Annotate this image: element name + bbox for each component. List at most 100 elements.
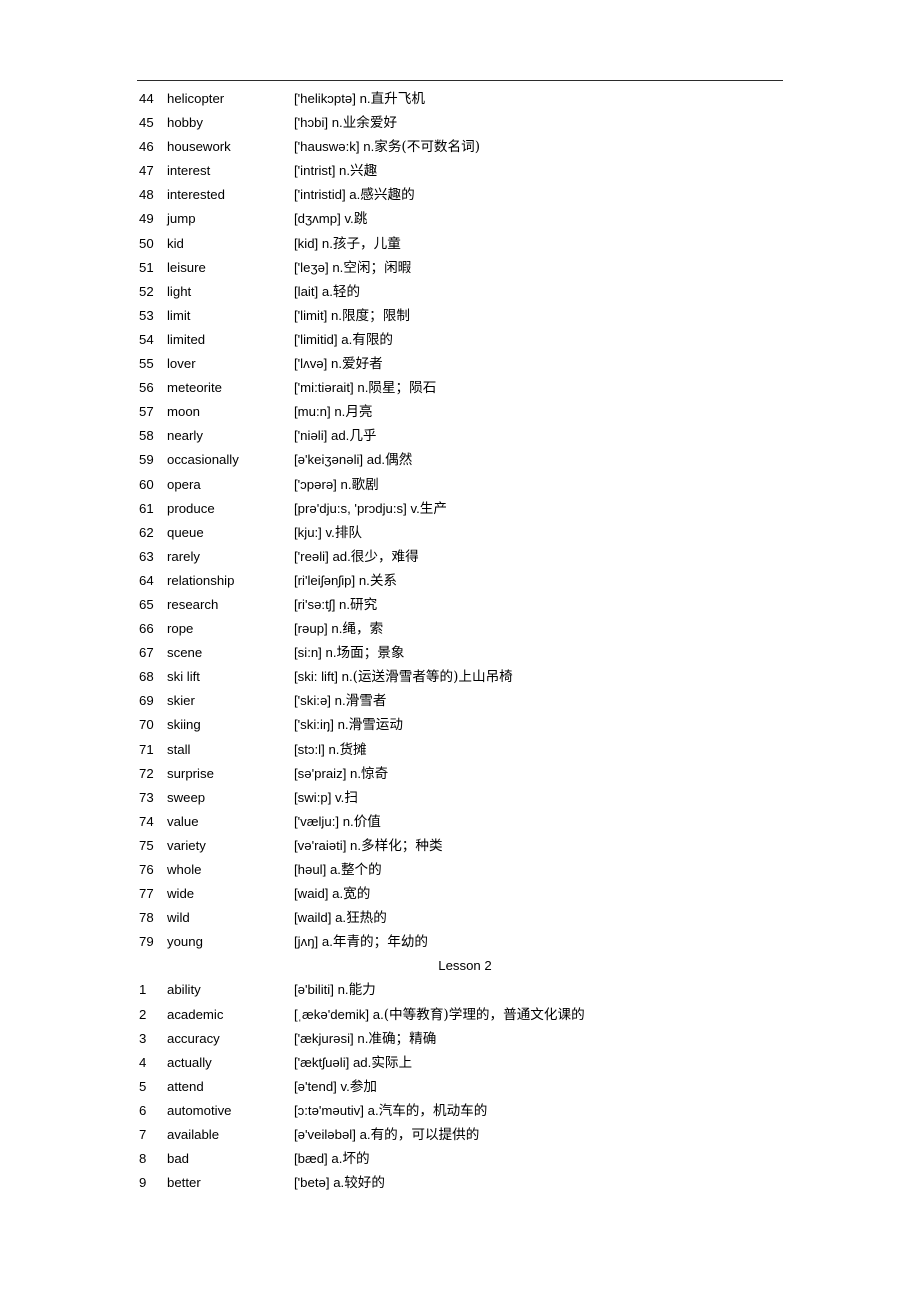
entry-part-of-speech: a. (349, 187, 361, 203)
entry-definition: [ri'leiʃənʃip] n.关系 (294, 569, 397, 593)
entry-definition: ['limitid] a.有限的 (294, 328, 393, 352)
entry-part-of-speech: a. (341, 331, 353, 347)
entry-phonetic: ['æktʃuəli] (294, 1054, 350, 1070)
entry-word: accuracy (167, 1030, 220, 1046)
entry-gloss: 坏的 (342, 1151, 370, 1168)
entry-phonetic: ['helikɔptə] (294, 91, 356, 106)
vocabulary-entry: 5 attend [ə'tend] v.参加 (0, 1075, 920, 1099)
entry-definition: ['reəli] ad.很少，难得 (294, 545, 419, 569)
entry-word: opera (167, 476, 201, 492)
entry-part-of-speech: n. (334, 404, 346, 420)
vocabulary-entry: 70 skiing ['ski:iŋ] n.滑雪运动 (0, 713, 920, 737)
page-top-rule (137, 80, 783, 81)
entry-definition: [mu:n] n.月亮 (294, 400, 373, 424)
entry-definition: [prə'dju:s, 'prɔdju:s] v.生产 (294, 497, 447, 521)
entry-phonetic: [sə'praiz] (294, 765, 347, 781)
vocabulary-entry: 6 automotive [ɔ:tə'məutiv] a.汽车的，机动车的 (0, 1099, 920, 1123)
entry-phonetic: ['betə] (294, 1175, 330, 1191)
entry-phonetic: [ə'biliti] (294, 982, 334, 998)
entry-part-of-speech: n. (330, 356, 342, 372)
entry-word: automotive (167, 1102, 232, 1118)
entry-gloss: 排队 (334, 524, 362, 541)
entry-phonetic: ['leʒə] (294, 259, 329, 275)
entry-part-of-speech: n. (350, 765, 362, 781)
entry-definition: ['æktʃuəli] ad.实际上 (294, 1051, 412, 1075)
entry-phonetic: ['ski:ə] (294, 693, 331, 709)
entry-part-of-speech: n. (339, 596, 351, 612)
entry-gloss: 爱好者 (341, 356, 383, 373)
entry-gloss: 惊奇 (361, 765, 389, 782)
document-page: 44 helicopter ['helikɔptə] n.直升飞机 45 hobby ['… (0, 0, 920, 1302)
entry-word: lover (167, 356, 196, 372)
entry-word: academic (167, 1006, 224, 1022)
entry-word: stall (167, 741, 191, 757)
entry-number: 78 (139, 910, 154, 926)
entry-number: 67 (139, 645, 154, 661)
entry-definition: [sə'praiz] n.惊奇 (294, 762, 388, 786)
entry-gloss: 实际上 (371, 1054, 413, 1071)
vocabulary-entry: 56 meteorite ['mi:tiərait] n.陨星；陨石 (0, 376, 920, 400)
entry-word: produce (167, 500, 215, 516)
entry-gloss: 兴趣 (350, 163, 378, 180)
entry-word: queue (167, 524, 204, 540)
entry-number: 62 (139, 524, 154, 540)
vocabulary-entry: 64 relationship [ri'leiʃənʃip] n.关系 (0, 569, 920, 593)
entry-part-of-speech: a. (367, 1102, 379, 1118)
entry-gloss: 感兴趣的 (360, 187, 415, 204)
entry-phonetic: [waid] (294, 886, 329, 902)
entry-gloss: (中等教育)学理的，普通文化课的 (383, 1006, 585, 1023)
entry-phonetic: ['limit] (294, 307, 328, 323)
entry-word: housework (167, 139, 231, 155)
vocabulary-entry: 49 jump [dʒʌmp] v.跳 (0, 207, 920, 231)
vocabulary-entry: 59 occasionally [ə'keiʒənəli] ad.偶然 (0, 448, 920, 472)
entry-definition: [stɔ:l] n.货摊 (294, 738, 367, 762)
entry-gloss: 准确；精确 (368, 1030, 437, 1047)
entry-number: 54 (139, 331, 154, 347)
entry-number: 51 (139, 259, 154, 275)
entry-definition: ['helikɔptə] n.直升飞机 (294, 87, 425, 111)
vocabulary-entry: 65 research [ri'sə:tʃ] n.研究 (0, 593, 920, 617)
entry-part-of-speech: ad. (330, 428, 350, 444)
entry-word: interested (167, 187, 225, 203)
entry-number: 77 (139, 886, 154, 902)
entry-word: light (167, 283, 192, 299)
entry-definition: ['ski:iŋ] n.滑雪运动 (294, 713, 403, 737)
entry-definition: [jʌŋ] a.年青的；年幼的 (294, 930, 428, 954)
entry-number: 71 (139, 741, 154, 757)
entry-number: 73 (139, 789, 154, 805)
entry-definition: [ə'tend] v.参加 (294, 1075, 377, 1099)
entry-phonetic: ['reəli] (294, 548, 329, 564)
entry-part-of-speech: a. (331, 1151, 343, 1167)
entry-part-of-speech: n. (334, 693, 346, 709)
entry-number: 75 (139, 837, 154, 853)
entry-gloss: 滑雪者 (345, 693, 387, 710)
vocabulary-entry: 55 lover ['lʌvə] n.爱好者 (0, 352, 920, 376)
entry-phonetic: [swi:p] (294, 789, 332, 805)
entry-phonetic: [ri'leiʃənʃip] (294, 572, 356, 588)
entry-phonetic: ['intrist] (294, 163, 336, 179)
entry-definition: ['ɔpərə] n.歌剧 (294, 473, 379, 497)
entry-phonetic: ['mi:tiərait] (294, 380, 354, 396)
entry-part-of-speech: n. (339, 163, 351, 179)
entry-gloss: 价值 (353, 813, 381, 830)
entry-gloss: 宽的 (343, 886, 371, 903)
entry-word: leisure (167, 259, 206, 275)
entry-gloss: (运送滑雪者等的)上山吊椅 (352, 669, 513, 686)
entry-gloss: 年青的；年幼的 (332, 934, 429, 951)
entry-phonetic: [bæd] (294, 1151, 328, 1167)
entry-definition: ['betə] a.较好的 (294, 1171, 385, 1195)
entry-phonetic: ['niəli] (294, 428, 328, 444)
vocabulary-entry: 60 opera ['ɔpərə] n.歌剧 (0, 473, 920, 497)
entry-definition: [lait] a.轻的 (294, 280, 360, 304)
entry-part-of-speech: a. (359, 1127, 371, 1143)
entry-definition: [swi:p] v.扫 (294, 786, 358, 810)
entry-definition: ['limit] n.限度；限制 (294, 304, 410, 328)
entry-gloss: 关系 (369, 572, 398, 589)
entry-word: limited (167, 331, 206, 347)
entry-gloss: 月亮 (345, 404, 373, 421)
entry-gloss: 能力 (348, 982, 376, 999)
vocabulary-entry: 61 produce [prə'dju:s, 'prɔdju:s] v.生产 (0, 497, 920, 521)
entry-part-of-speech: v. (335, 789, 345, 805)
entry-gloss: 几乎 (349, 428, 377, 445)
entry-part-of-speech: n. (363, 139, 375, 155)
